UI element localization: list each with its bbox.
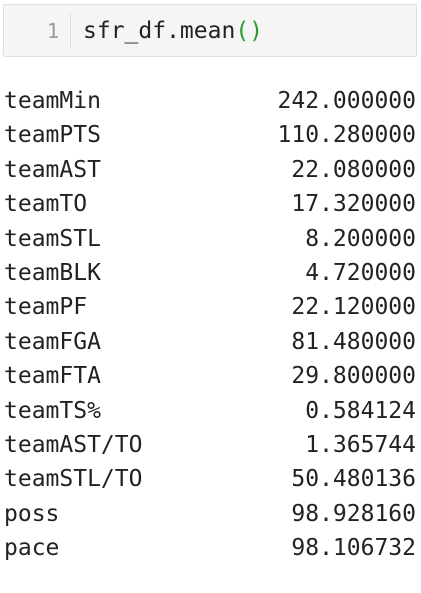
output-row-value: 98.106732 (291, 535, 416, 562)
output-row-value: 1.365744 (305, 431, 416, 458)
output-row: teamAST/TO 1.365744 (4, 428, 416, 462)
output-row-value: 110.280000 (277, 122, 416, 149)
output-row-label: teamAST (4, 156, 101, 183)
output-row-value: 242.000000 (277, 88, 416, 114)
output-row: teamAST 22.080000 (4, 153, 416, 187)
line-number: 1 (46, 19, 59, 43)
output-row: teamBLK 4.720000 (4, 256, 416, 290)
code-parens: () (235, 18, 264, 44)
output-row-label: teamMin (4, 88, 101, 114)
output-row: teamSTL 8.200000 (4, 222, 416, 256)
output-row: teamPF 22.120000 (4, 290, 416, 324)
output-row-value: 17.320000 (291, 191, 416, 218)
output-row-label: teamPF (4, 294, 88, 321)
output-row-value: 8.200000 (305, 225, 416, 252)
output-row-value: 98.928160 (291, 500, 416, 527)
output-row-value: 29.800000 (291, 363, 416, 390)
output-row-label: poss (4, 500, 60, 527)
code-line[interactable]: sfr_df.mean() (83, 19, 263, 43)
code-cell[interactable]: 1 sfr_df.mean() (3, 4, 417, 57)
output-row-label: teamFGA (4, 328, 101, 355)
line-number-gutter: 1 (4, 5, 71, 56)
output-row-label: teamBLK (4, 259, 101, 286)
output-row: teamTS% 0.584124 (4, 394, 416, 428)
output-row-label: pace (4, 535, 60, 562)
output-row-label: teamTO (4, 191, 88, 218)
output-row-label: teamFTA (4, 363, 101, 390)
output-row-label: teamAST/TO (4, 431, 143, 458)
code-editor[interactable]: sfr_df.mean() (71, 5, 416, 56)
output-row: pace 98.106732 (4, 531, 416, 565)
output-row: teamPTS 110.280000 (4, 118, 416, 152)
output-row: poss 98.928160 (4, 497, 416, 531)
output-row: teamFTA 29.800000 (4, 359, 416, 393)
output-row-label: teamPTS (4, 122, 101, 149)
output-row-value: 22.120000 (291, 294, 416, 321)
output-row: teamFGA 81.480000 (4, 325, 416, 359)
code-expression: sfr_df.mean (83, 18, 236, 44)
output-row-value: 0.584124 (305, 397, 416, 424)
output-row-value: 81.480000 (291, 328, 416, 355)
output-row-label: teamSTL/TO (4, 466, 143, 493)
output-row-label: teamTS% (4, 397, 101, 424)
output-row-value: 4.720000 (305, 259, 416, 286)
output-row-label: teamSTL (4, 225, 101, 252)
output-row: teamMin 242.000000 (4, 84, 416, 118)
output-row-value: 22.080000 (291, 156, 416, 183)
cell-output: teamMin 242.000000 teamPTS 110.280000 teamAS… (4, 84, 416, 565)
output-row-value: 50.480136 (291, 466, 416, 493)
output-row: teamSTL/TO 50.480136 (4, 462, 416, 496)
output-row: teamTO 17.320000 (4, 187, 416, 221)
